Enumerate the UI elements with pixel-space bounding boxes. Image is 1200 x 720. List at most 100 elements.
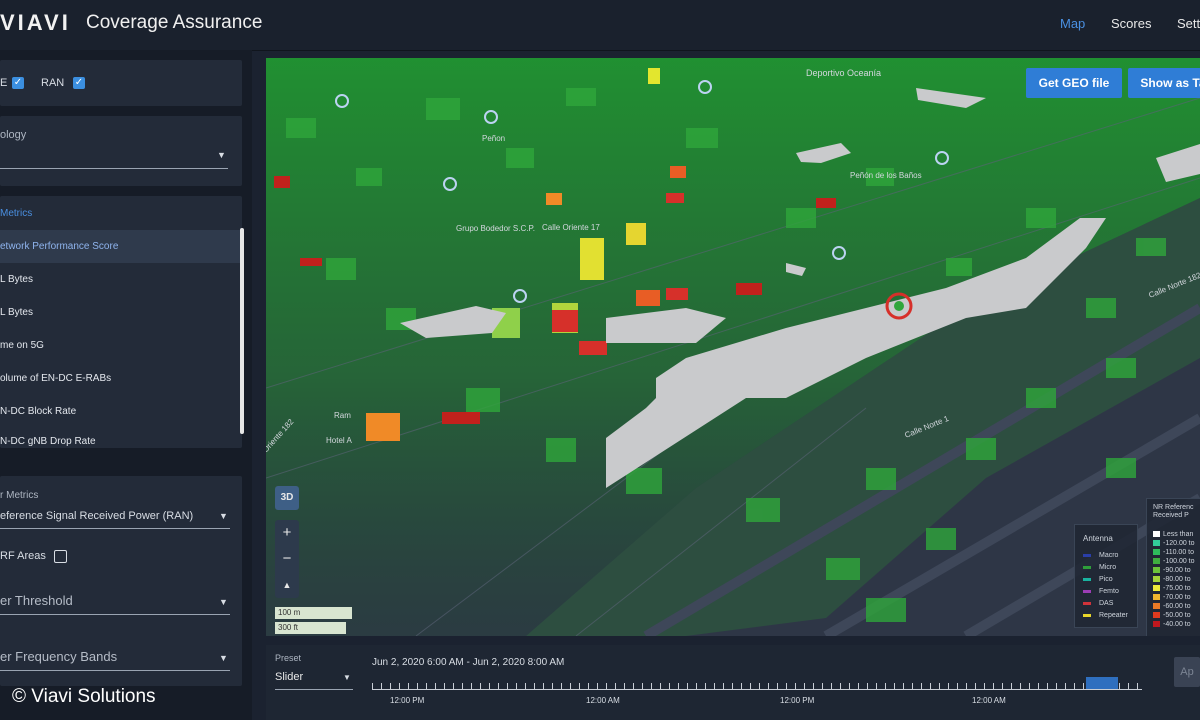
viavi-logo: VIAVI [0,10,71,35]
legend-swatch [1083,601,1091,605]
legend-item: Micro [1083,564,1116,571]
layer-metrics-label: r Metrics [0,490,39,501]
time-tick-label: 12:00 AM [972,696,1006,705]
technology-label: ology [0,129,27,141]
legend-item: -120.00 to [1153,540,1195,547]
zoom-out-button[interactable]: − [275,546,299,572]
layer-toggle-card: E ✓ RAN ✓ [0,60,242,106]
chevron-down-icon[interactable]: ▼ [219,653,228,663]
time-tick-label: 12:00 AM [586,696,620,705]
layer-label-ran: RAN [41,77,65,89]
preset-select[interactable] [275,689,353,690]
legend-swatch [1153,558,1160,565]
legend-item: -100.00 to [1153,558,1195,565]
zoom-controls: + − ▲ [275,520,299,598]
nav-map[interactable]: Map [1060,16,1085,31]
legend-swatch [1153,576,1160,583]
legend-swatch [1083,553,1091,557]
apply-button[interactable]: Ap [1174,657,1200,687]
preset-value: Slider [275,671,304,683]
legend-item: -90.00 to [1153,567,1191,574]
legend-swatch [1153,540,1160,547]
map-label-hotel: Hotel A [326,436,352,445]
map-label-penon: Peñón de los Baños [850,171,922,180]
metrics-card: Metrics etwork Performance Score L Bytes… [0,196,242,448]
chevron-down-icon[interactable]: ▼ [343,673,351,682]
legend-item: -50.00 to [1153,612,1191,619]
threshold-select[interactable] [0,614,230,615]
left-sidebar: E ✓ RAN ✓ ology ▼ Metrics etwork Perform… [0,50,252,720]
legend-swatch [1083,589,1091,593]
nav-settings[interactable]: Sett [1177,16,1200,31]
rsrp-legend: NR Referenc Received P Less than -120.00… [1146,498,1200,636]
compass-icon[interactable]: ▲ [275,572,299,598]
map-canvas[interactable]: Deportivo Oceanía Peñón de los Baños Peñ… [266,58,1200,636]
legend-item: -60.00 to [1153,603,1191,610]
scale-meters: 100 m [275,607,352,619]
time-slider-track[interactable] [372,677,1142,690]
coverage-map[interactable]: Deportivo Oceanía Peñón de los Baños Peñ… [266,58,1200,636]
view-3d-button[interactable]: 3D [275,486,299,510]
legend-swatch [1153,585,1160,592]
legend-item: Repeater [1083,612,1128,619]
legend-swatch [1153,612,1160,619]
list-item[interactable]: etwork Performance Score [0,230,240,263]
legend-swatch [1083,613,1091,617]
legend-swatch [1153,549,1160,556]
copyright-watermark: © Viavi Solutions [12,686,156,707]
get-geo-file-button[interactable]: Get GEO file [1026,68,1122,98]
ran-checkbox[interactable]: ✓ [73,77,85,89]
technology-select[interactable] [0,168,228,169]
rsrp-legend-title: NR Referenc Received P [1153,504,1194,519]
layer-metric-value: eference Signal Received Power (RAN) [0,510,194,522]
legend-item: -70.00 to [1153,594,1191,601]
rf-areas-checkbox[interactable] [54,550,67,563]
map-label-deportivo: Deportivo Oceanía [806,68,881,78]
legend-item: Femto [1083,588,1119,595]
app-title: Coverage Assurance [86,12,263,33]
frequency-bands-select[interactable] [0,670,230,671]
legend-swatch [1153,531,1160,538]
metrics-scrollbar[interactable] [240,228,244,434]
zoom-in-button[interactable]: + [275,520,299,546]
list-item[interactable]: L Bytes [0,296,240,329]
frequency-bands-label: er Frequency Bands [0,649,118,664]
time-tick-label: 12:00 PM [390,696,425,705]
scale-feet: 300 ft [275,622,346,634]
show-as-table-button[interactable]: Show as Ta [1128,68,1200,98]
list-item[interactable]: me on 5G [0,329,240,362]
layer-label-e: E [0,77,8,89]
legend-item: -110.00 to [1153,549,1194,556]
nav-scores[interactable]: Scores [1111,16,1151,31]
chevron-down-icon[interactable]: ▼ [219,511,228,521]
technology-card: ology ▼ [0,116,242,186]
legend-item: DAS [1083,600,1113,607]
layer-metrics-card: r Metrics eference Signal Received Power… [0,476,242,686]
legend-swatch [1153,594,1160,601]
antenna-legend-title: Antenna [1083,534,1113,543]
legend-item: -75.00 to [1153,585,1191,592]
list-item[interactable]: olume of EN-DC E-RABs [0,362,240,395]
time-slider-handle[interactable] [1086,677,1118,689]
rf-areas-label: RF Areas [0,550,46,562]
legend-item: -80.00 to [1153,576,1191,583]
timeline-panel: Preset Slider ▼ Jun 2, 2020 6:00 AM - Ju… [266,645,1200,720]
map-label-calle-oriente: Calle Oriente 17 [542,223,600,232]
legend-item: Pico [1083,576,1113,583]
top-bar: VIAVI Coverage Assurance Map Scores Sett [0,0,1200,51]
map-label-ramos: Ram [334,411,351,420]
time-tick-label: 12:00 PM [780,696,815,705]
chevron-down-icon[interactable]: ▼ [219,597,228,607]
list-item[interactable]: L Bytes [0,263,240,296]
threshold-label: er Threshold [0,593,73,608]
legend-swatch [1153,603,1160,610]
layer-e-checkbox[interactable]: ✓ [12,77,24,89]
legend-item: Macro [1083,552,1118,559]
list-item[interactable]: N-DC Block Rate [0,395,240,428]
map-label-grupo: Grupo Bodedor S.C.P. [456,224,535,233]
legend-swatch [1083,565,1091,569]
chevron-down-icon[interactable]: ▼ [217,150,226,160]
legend-swatch [1153,567,1160,574]
list-item[interactable]: N-DC gNB Drop Rate [0,428,240,446]
layer-metric-select[interactable] [0,528,230,529]
